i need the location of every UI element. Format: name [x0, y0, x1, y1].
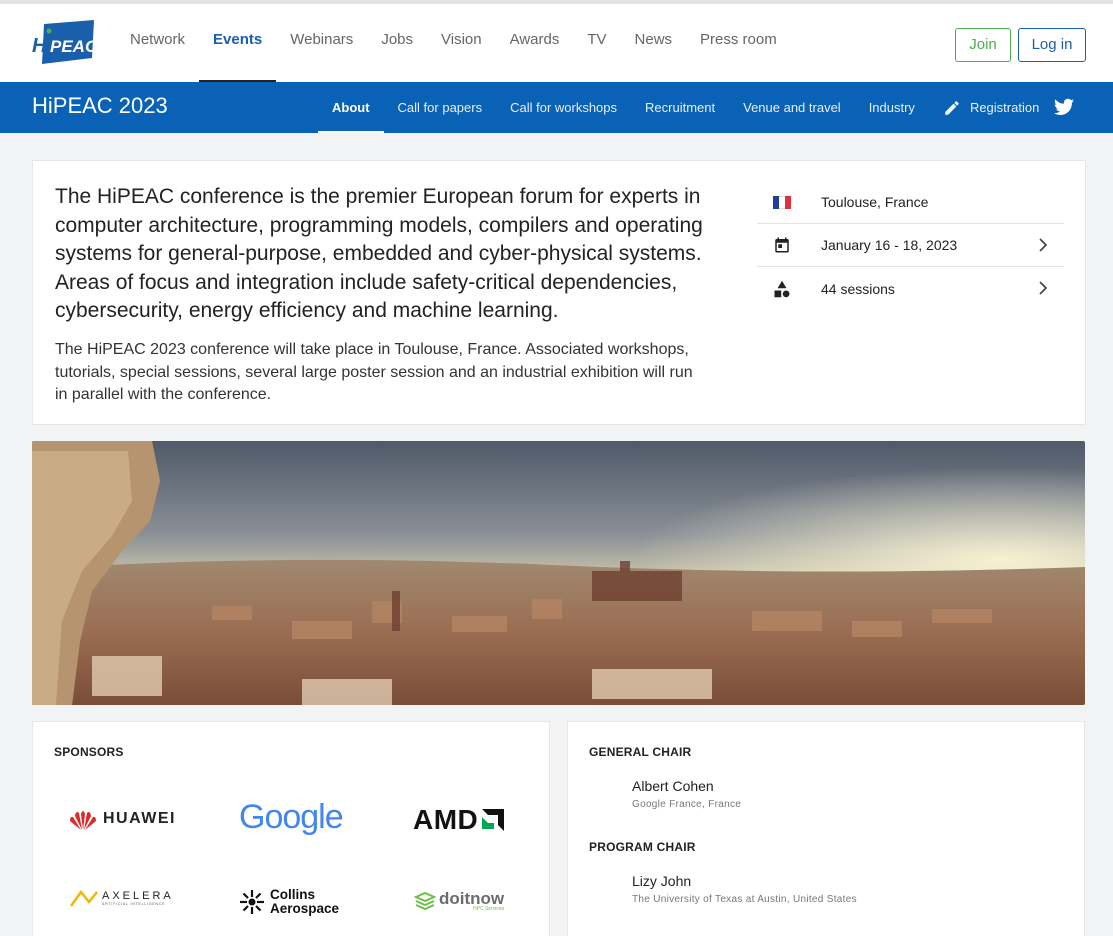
doitnow-layers-icon — [414, 891, 436, 911]
tab-registration-label: Registration — [969, 100, 1040, 115]
chairs-card: GENERAL CHAIR Albert Cohen Google France… — [567, 721, 1085, 936]
chevron-right-icon — [1039, 238, 1048, 252]
tab-registration[interactable]: Registration — [929, 82, 1053, 133]
amd-text: AMD — [413, 804, 479, 835]
chevron-right-icon — [1039, 281, 1048, 295]
event-title[interactable]: HiPEAC 2023 — [32, 93, 168, 119]
event-facts: Toulouse, France January 16 - 18, 2023 4… — [757, 181, 1064, 310]
tab-about[interactable]: About — [318, 82, 384, 133]
nav-webinars[interactable]: Webinars — [276, 4, 367, 82]
sessions-text: 44 sessions — [821, 280, 895, 297]
program-chair-heading: PROGRAM CHAIR — [589, 840, 696, 854]
axelera-sub-text: ARTIFICIAL INTELLIGENCE — [102, 902, 166, 907]
axelera-text: AXELERA — [102, 890, 174, 903]
amd-logo[interactable]: AMD — [413, 804, 506, 836]
huawei-text: HUAWEI — [103, 810, 176, 827]
nav-network[interactable]: Network — [116, 4, 199, 82]
axelera-mark-icon — [69, 890, 98, 907]
nav-jobs[interactable]: Jobs — [367, 4, 427, 82]
general-chair-affiliation: Google France, France — [632, 799, 742, 810]
location-row: Toulouse, France — [757, 181, 1064, 224]
tab-recruitment[interactable]: Recruitment — [631, 82, 729, 133]
intro-lead: The HiPEAC conference is the premier Eur… — [55, 185, 703, 322]
nav-events[interactable]: Events — [199, 4, 277, 82]
sessions-row[interactable]: 44 sessions — [757, 267, 1064, 310]
nav-news[interactable]: News — [621, 4, 687, 82]
huawei-flower-icon — [70, 811, 96, 830]
collins-text: Collins — [270, 887, 316, 902]
google-text: Google — [239, 798, 344, 836]
join-button[interactable]: Join — [955, 28, 1011, 62]
twitter-icon[interactable] — [1054, 98, 1074, 116]
login-button[interactable]: Log in — [1018, 28, 1086, 62]
dates-row[interactable]: January 16 - 18, 2023 — [757, 224, 1064, 267]
huawei-logo[interactable]: HUAWEI — [67, 808, 176, 830]
sponsors-heading: SPONSORS — [54, 745, 124, 759]
tab-industry[interactable]: Industry — [855, 82, 929, 133]
aerospace-text: Aerospace — [270, 901, 340, 917]
doitnow-sub-text: HPC Services — [473, 906, 505, 912]
doitnow-text: doitnow — [439, 889, 505, 908]
france-flag-icon — [772, 192, 792, 212]
google-logo[interactable]: Google — [239, 798, 344, 837]
event-tabs: About Call for papers Call for workshops… — [318, 82, 1053, 133]
collins-sunburst-icon — [240, 890, 264, 915]
program-chair-affiliation: The University of Texas at Austin, Unite… — [632, 894, 857, 905]
calendar-icon — [775, 237, 789, 253]
tab-venue-and-travel[interactable]: Venue and travel — [729, 82, 855, 133]
intro-description: The HiPEAC 2023 conference will take pla… — [55, 341, 693, 403]
toulouse-panorama-image — [32, 441, 1085, 705]
main-nav: Network Events Webinars Jobs Vision Awar… — [116, 4, 791, 82]
tab-call-for-papers[interactable]: Call for papers — [384, 82, 497, 133]
tab-call-for-workshops[interactable]: Call for workshops — [496, 82, 631, 133]
collins-aerospace-logo[interactable]: Collins Aerospace — [239, 887, 340, 917]
nav-tv[interactable]: TV — [573, 4, 620, 82]
svg-text:PEAC: PEAC — [50, 37, 96, 56]
sponsors-card: SPONSORS HUAWEI Google AMD AXELERA ARTIF… — [32, 721, 550, 936]
axelera-logo[interactable]: AXELERA ARTIFICIAL INTELLIGENCE — [69, 890, 174, 908]
top-navigation: Hi PEAC Network Events Webinars Jobs Vis… — [0, 0, 1113, 82]
nav-awards[interactable]: Awards — [496, 4, 574, 82]
location-text: Toulouse, France — [821, 194, 929, 210]
amd-arrow-icon — [482, 809, 505, 831]
event-bar: HiPEAC 2023 About Call for papers Call f… — [0, 82, 1113, 133]
nav-vision[interactable]: Vision — [427, 4, 496, 82]
program-chair-name[interactable]: Lizy John — [632, 873, 691, 889]
pencil-icon — [945, 100, 959, 115]
shapes-icon — [774, 280, 790, 297]
general-chair-heading: GENERAL CHAIR — [589, 745, 692, 759]
general-chair-name[interactable]: Albert Cohen — [632, 778, 714, 794]
hipeac-logo[interactable]: Hi PEAC — [30, 20, 96, 66]
doitnow-logo[interactable]: doitnow HPC Services — [414, 890, 504, 912]
nav-press-room[interactable]: Press room — [686, 4, 791, 82]
dates-text: January 16 - 18, 2023 — [821, 237, 958, 253]
intro-card: The HiPEAC conference is the premier Eur… — [32, 160, 1086, 425]
